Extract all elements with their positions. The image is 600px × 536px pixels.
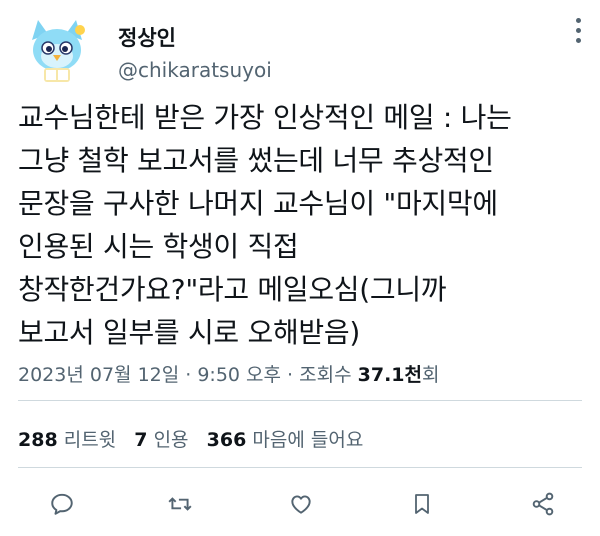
- divider: [18, 467, 582, 468]
- tweet-text: 교수님한테 받은 가장 인상적인 메일 : 나는 그냥 철학 보고서를 썼는데 …: [18, 101, 512, 349]
- quotes-label: 인용: [153, 429, 189, 451]
- view-suffix: 회: [421, 364, 440, 386]
- reply-icon: [51, 493, 73, 515]
- reply-button[interactable]: [42, 484, 82, 524]
- timestamp[interactable]: 2023년 07월 12일 · 9:50 오후 · 조회수: [18, 364, 352, 386]
- likes-stat[interactable]: 366 마음에 들어요: [207, 429, 364, 451]
- view-count: 37.1천: [357, 364, 422, 386]
- bookmark-button[interactable]: [402, 484, 442, 524]
- quotes-count: 7: [134, 429, 148, 451]
- tweet-stats: 288 리트윗 7 인용 366 마음에 들어요: [18, 425, 363, 452]
- share-button[interactable]: [523, 484, 563, 524]
- retweet-button[interactable]: [160, 484, 200, 524]
- display-name[interactable]: 정상인: [118, 22, 176, 52]
- more-options-icon[interactable]: [576, 18, 582, 48]
- retweets-stat[interactable]: 288 리트윗: [18, 429, 116, 451]
- bookmark-icon: [415, 494, 429, 514]
- like-button[interactable]: [281, 484, 321, 524]
- retweets-label: 리트윗: [63, 429, 117, 451]
- likes-label: 마음에 들어요: [252, 429, 364, 451]
- avatar[interactable]: [18, 10, 96, 88]
- action-bar: [0, 484, 600, 524]
- likes-count: 366: [206, 429, 247, 451]
- retweets-count: 288: [18, 429, 58, 451]
- tweet-meta: 2023년 07월 12일 · 9:50 오후 · 조회수 37.1천회: [18, 360, 439, 387]
- retweet-icon: [168, 497, 192, 511]
- user-handle[interactable]: @chikaratsuyoi: [118, 58, 272, 82]
- divider: [18, 400, 582, 401]
- quotes-stat[interactable]: 7 인용: [134, 429, 188, 451]
- share-icon: [532, 492, 554, 516]
- avatar-image: [18, 10, 96, 88]
- like-icon: [291, 495, 311, 514]
